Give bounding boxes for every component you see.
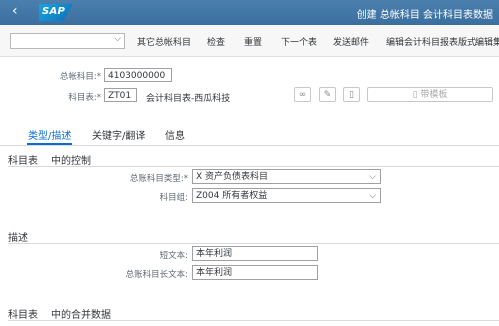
page-title: 创建 总帐科目 会计科目表数据 — [356, 10, 493, 21]
sap-logo: SAP — [39, 4, 73, 21]
account-group-value: Z004 所有者权益 — [196, 191, 268, 201]
short-text-label: 短文本: — [159, 251, 188, 261]
account-type-select[interactable]: X 资产负债表科目 ⌵ — [192, 169, 381, 184]
short-text-input[interactable]: 本年利润 — [192, 246, 318, 261]
coa-description: 会计科目表-西瓜科技 — [146, 94, 231, 104]
consolidation-section-title-b: 中的合并数据 — [51, 310, 111, 321]
tab-keyword-translation[interactable]: 关键字/翻译 — [92, 127, 145, 142]
action-select[interactable]: ⌵ — [10, 33, 125, 49]
sap-logo-text: SAP — [42, 6, 66, 17]
shell-bar: ‹ SAP 创建 总帐科目 会计科目表数据 — [0, 0, 499, 25]
coa-label: 科目表:* — [68, 93, 101, 103]
tab-type-description[interactable]: 类型/描述 — [28, 127, 71, 142]
gl-account-label: 总帐科目:* — [59, 72, 101, 82]
edit-coa-layout-button[interactable]: 编辑会计科目报表版式 — [386, 35, 476, 48]
description-section-title: 描述 — [8, 233, 28, 244]
chevron-down-icon: ⌵ — [369, 172, 376, 182]
control-section-title-a: 科目表 — [8, 156, 38, 167]
chevron-down-icon: ⌵ — [369, 191, 376, 201]
chevron-down-icon: ⌵ — [114, 34, 121, 44]
edit-set-button[interactable]: 编辑集 — [475, 35, 499, 48]
account-group-select[interactable]: Z004 所有者权益 ⌵ — [192, 188, 381, 203]
pencil-icon[interactable]: ✎ — [319, 87, 336, 102]
description-section-divider — [8, 243, 499, 244]
tab-information[interactable]: 信息 — [165, 127, 185, 142]
with-template-button[interactable]: ▯ 带模板 — [367, 87, 493, 102]
control-section-title-b: 中的控制 — [51, 156, 91, 167]
account-group-label: 科目组: — [159, 193, 188, 203]
account-type-label: 总账科目类型:* — [129, 174, 188, 184]
send-mail-button[interactable]: 发送邮件 — [333, 35, 369, 48]
reset-button[interactable]: 重置 — [244, 35, 262, 48]
tabs-divider — [0, 145, 499, 146]
consolidation-section-title-a: 科目表 — [8, 310, 38, 321]
next-table-button[interactable]: 下一个表 — [281, 35, 317, 48]
coa-input[interactable]: ZT01 — [104, 88, 137, 102]
glasses-icon[interactable]: ∞ — [294, 87, 311, 102]
long-text-label: 总账科目长文本: — [125, 270, 188, 280]
toolbar: ⌵ 其它总帐科目 检查 重置 下一个表 发送邮件 编辑会计科目报表版式 编辑集 — [0, 26, 499, 57]
long-text-input[interactable]: 本年利润 — [192, 265, 318, 280]
control-section-divider — [8, 166, 499, 167]
document-icon[interactable]: ▯ — [343, 87, 360, 102]
check-button[interactable]: 检查 — [207, 35, 225, 48]
account-type-value: X 资产负债表科目 — [196, 172, 269, 182]
consolidation-section-divider — [8, 320, 499, 321]
other-gl-account-button[interactable]: 其它总帐科目 — [137, 35, 191, 48]
gl-account-input[interactable]: 4103000000 — [104, 68, 172, 82]
with-template-label: 带模板 — [420, 90, 448, 100]
back-arrow-icon[interactable]: ‹ — [12, 3, 18, 19]
